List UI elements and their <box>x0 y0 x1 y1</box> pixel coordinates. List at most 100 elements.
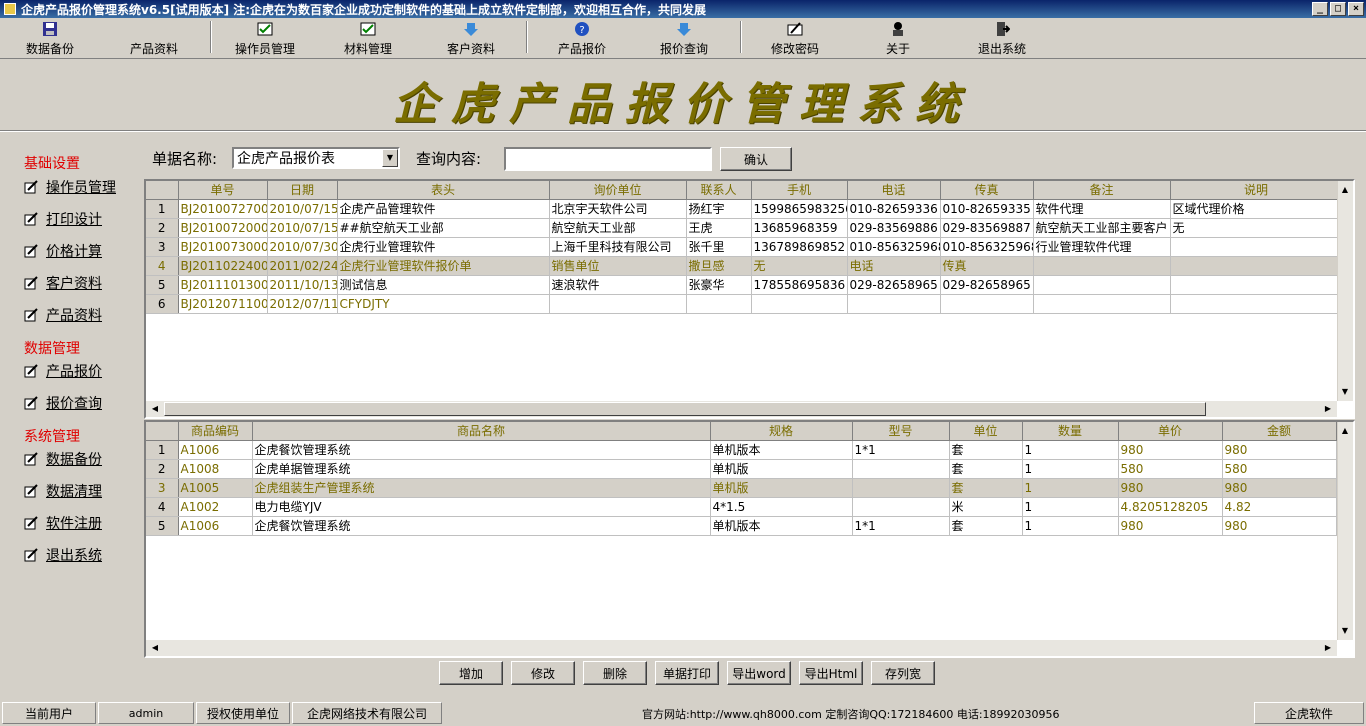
table-cell[interactable]: 2011/02/24 <box>267 256 338 276</box>
table-cell[interactable]: 航空航天工业部 <box>549 218 687 238</box>
master-vertical-scrollbar[interactable]: ▲ ▼ <box>1337 181 1353 401</box>
add-button[interactable]: 增加 <box>439 661 503 685</box>
table-cell[interactable] <box>549 294 687 314</box>
table-cell[interactable]: BJ2012071100 <box>178 294 268 314</box>
table-cell[interactable]: 单机版本 <box>710 516 853 536</box>
table-cell[interactable] <box>852 478 950 498</box>
table-cell[interactable]: 980 <box>1118 516 1223 536</box>
table-cell[interactable]: 传真 <box>940 256 1034 276</box>
table-cell[interactable]: 980 <box>1222 440 1337 460</box>
table-cell[interactable]: 2010/07/15 <box>267 218 338 238</box>
table-cell[interactable]: 1 <box>1022 516 1119 536</box>
close-button[interactable]: × <box>1348 2 1364 16</box>
table-cell[interactable]: BJ2010072700 <box>178 199 268 219</box>
table-cell[interactable]: A1006 <box>178 516 253 536</box>
table-cell[interactable]: ##航空航天工业部 <box>337 218 550 238</box>
scroll-up-icon[interactable]: ▲ <box>1338 424 1352 438</box>
table-cell[interactable]: 580 <box>1222 459 1337 479</box>
nav-item-backup[interactable]: 数据备份 <box>24 449 102 469</box>
table-cell[interactable]: 4.82 <box>1222 497 1337 517</box>
table-cell[interactable]: BJ2011022400 <box>178 256 268 276</box>
table-row[interactable]: 6 BJ2012071100 2012/07/11 CFYDJTY <box>146 294 1343 314</box>
scroll-thumb[interactable] <box>164 402 1206 416</box>
table-cell[interactable]: 1 <box>1022 459 1119 479</box>
table-cell[interactable]: 980 <box>1222 478 1337 498</box>
column-header[interactable]: 规格 <box>710 422 853 441</box>
table-cell[interactable]: 北京宇天软件公司 <box>549 199 687 219</box>
column-header[interactable]: 单价 <box>1118 422 1223 441</box>
table-cell[interactable]: BJ2011101300 <box>178 275 268 295</box>
table-cell[interactable]: 扬红宇 <box>686 199 752 219</box>
table-cell[interactable] <box>1170 275 1343 295</box>
table-cell[interactable]: A1002 <box>178 497 253 517</box>
table-cell[interactable] <box>1033 294 1171 314</box>
table-cell[interactable]: 029-82658965 <box>847 275 941 295</box>
row-number[interactable]: 2 <box>146 459 179 479</box>
row-number[interactable]: 5 <box>146 275 179 295</box>
table-cell[interactable] <box>1033 256 1171 276</box>
table-cell[interactable]: 980 <box>1222 516 1337 536</box>
table-cell[interactable]: BJ2010073000 <box>178 237 268 257</box>
table-cell[interactable]: CFYDJTY <box>337 294 550 314</box>
table-cell[interactable]: 1 <box>1022 478 1119 498</box>
table-cell[interactable]: 电话 <box>847 256 941 276</box>
confirm-button[interactable]: 确认 <box>720 147 792 171</box>
table-cell[interactable] <box>686 294 752 314</box>
row-number[interactable]: 3 <box>146 478 179 498</box>
column-header[interactable]: 日期 <box>267 181 338 200</box>
table-cell[interactable]: A1005 <box>178 478 253 498</box>
row-number[interactable]: 4 <box>146 256 179 276</box>
row-number[interactable]: 5 <box>146 516 179 536</box>
table-cell[interactable]: 2012/07/11 <box>267 294 338 314</box>
toolbar-exit-button[interactable]: 退出系统 <box>978 21 1026 57</box>
nav-item-exit[interactable]: 退出系统 <box>24 545 102 565</box>
table-cell[interactable]: 企虎单据管理系统 <box>252 459 711 479</box>
table-cell[interactable]: 企虎产品管理软件 <box>337 199 550 219</box>
table-cell[interactable]: 4*1.5 <box>710 497 853 517</box>
table-cell[interactable]: 010-82659336 <box>847 199 941 219</box>
table-cell[interactable] <box>852 459 950 479</box>
table-row[interactable]: 5 A1006 企虎餐饮管理系统 单机版本 1*1 套 1 980 980 <box>146 516 1337 536</box>
export-html-button[interactable]: 导出Html <box>799 661 863 685</box>
table-cell[interactable]: 无 <box>751 256 848 276</box>
table-row[interactable]: 5 BJ2011101300 2011/10/13 测试信息 速浪软件 张豪华 … <box>146 275 1343 295</box>
chevron-down-icon[interactable]: ▼ <box>382 149 398 167</box>
column-header[interactable]: 型号 <box>852 422 950 441</box>
table-cell[interactable]: 单机版 <box>710 459 853 479</box>
table-cell[interactable]: 1 <box>1022 440 1119 460</box>
toolbar-password-button[interactable]: 修改密码 <box>771 21 819 57</box>
table-cell[interactable] <box>1033 275 1171 295</box>
nav-item-operator[interactable]: 操作员管理 <box>24 177 116 197</box>
table-cell[interactable]: A1006 <box>178 440 253 460</box>
table-cell[interactable]: 王虎 <box>686 218 752 238</box>
row-number[interactable]: 6 <box>146 294 179 314</box>
table-cell[interactable]: A1008 <box>178 459 253 479</box>
column-header[interactable]: 说明 <box>1170 181 1343 200</box>
table-cell[interactable]: 航空航天工业部主要客户 <box>1033 218 1171 238</box>
nav-item-price-calc[interactable]: 价格计算 <box>24 241 102 261</box>
master-grid[interactable]: 单号 日期 表头 询价单位 联系人 手机 电话 传真 备注 说明 1 BJ201… <box>144 179 1355 419</box>
column-header[interactable]: 单号 <box>178 181 268 200</box>
nav-item-register[interactable]: 软件注册 <box>24 513 102 533</box>
scroll-left-icon[interactable]: ◀ <box>148 402 162 416</box>
table-cell[interactable]: 企虎餐饮管理系统 <box>252 440 711 460</box>
table-cell[interactable]: 张豪华 <box>686 275 752 295</box>
table-cell[interactable] <box>1170 256 1343 276</box>
table-cell[interactable]: 4.8205128205 <box>1118 497 1223 517</box>
table-cell[interactable]: 136789869852 <box>751 237 848 257</box>
export-word-button[interactable]: 导出word <box>727 661 791 685</box>
table-cell[interactable]: 撒旦感 <box>686 256 752 276</box>
scroll-down-icon[interactable]: ▼ <box>1338 624 1352 638</box>
table-cell[interactable]: 2010/07/15 <box>267 199 338 219</box>
row-number[interactable]: 4 <box>146 497 179 517</box>
column-header[interactable]: 商品编码 <box>178 422 253 441</box>
table-cell[interactable]: 速浪软件 <box>549 275 687 295</box>
table-row[interactable]: 4 A1002 电力电缆YJV 4*1.5 米 1 4.8205128205 4… <box>146 497 1337 517</box>
table-cell[interactable]: 上海千里科技有限公司 <box>549 237 687 257</box>
toolbar-query-button[interactable]: 报价查询 <box>660 21 708 57</box>
table-cell[interactable]: 1*1 <box>852 440 950 460</box>
toolbar-about-button[interactable]: 关于 <box>886 21 910 57</box>
table-cell[interactable]: 企虎组装生产管理系统 <box>252 478 711 498</box>
table-cell[interactable]: 套 <box>949 478 1023 498</box>
edit-button[interactable]: 修改 <box>511 661 575 685</box>
